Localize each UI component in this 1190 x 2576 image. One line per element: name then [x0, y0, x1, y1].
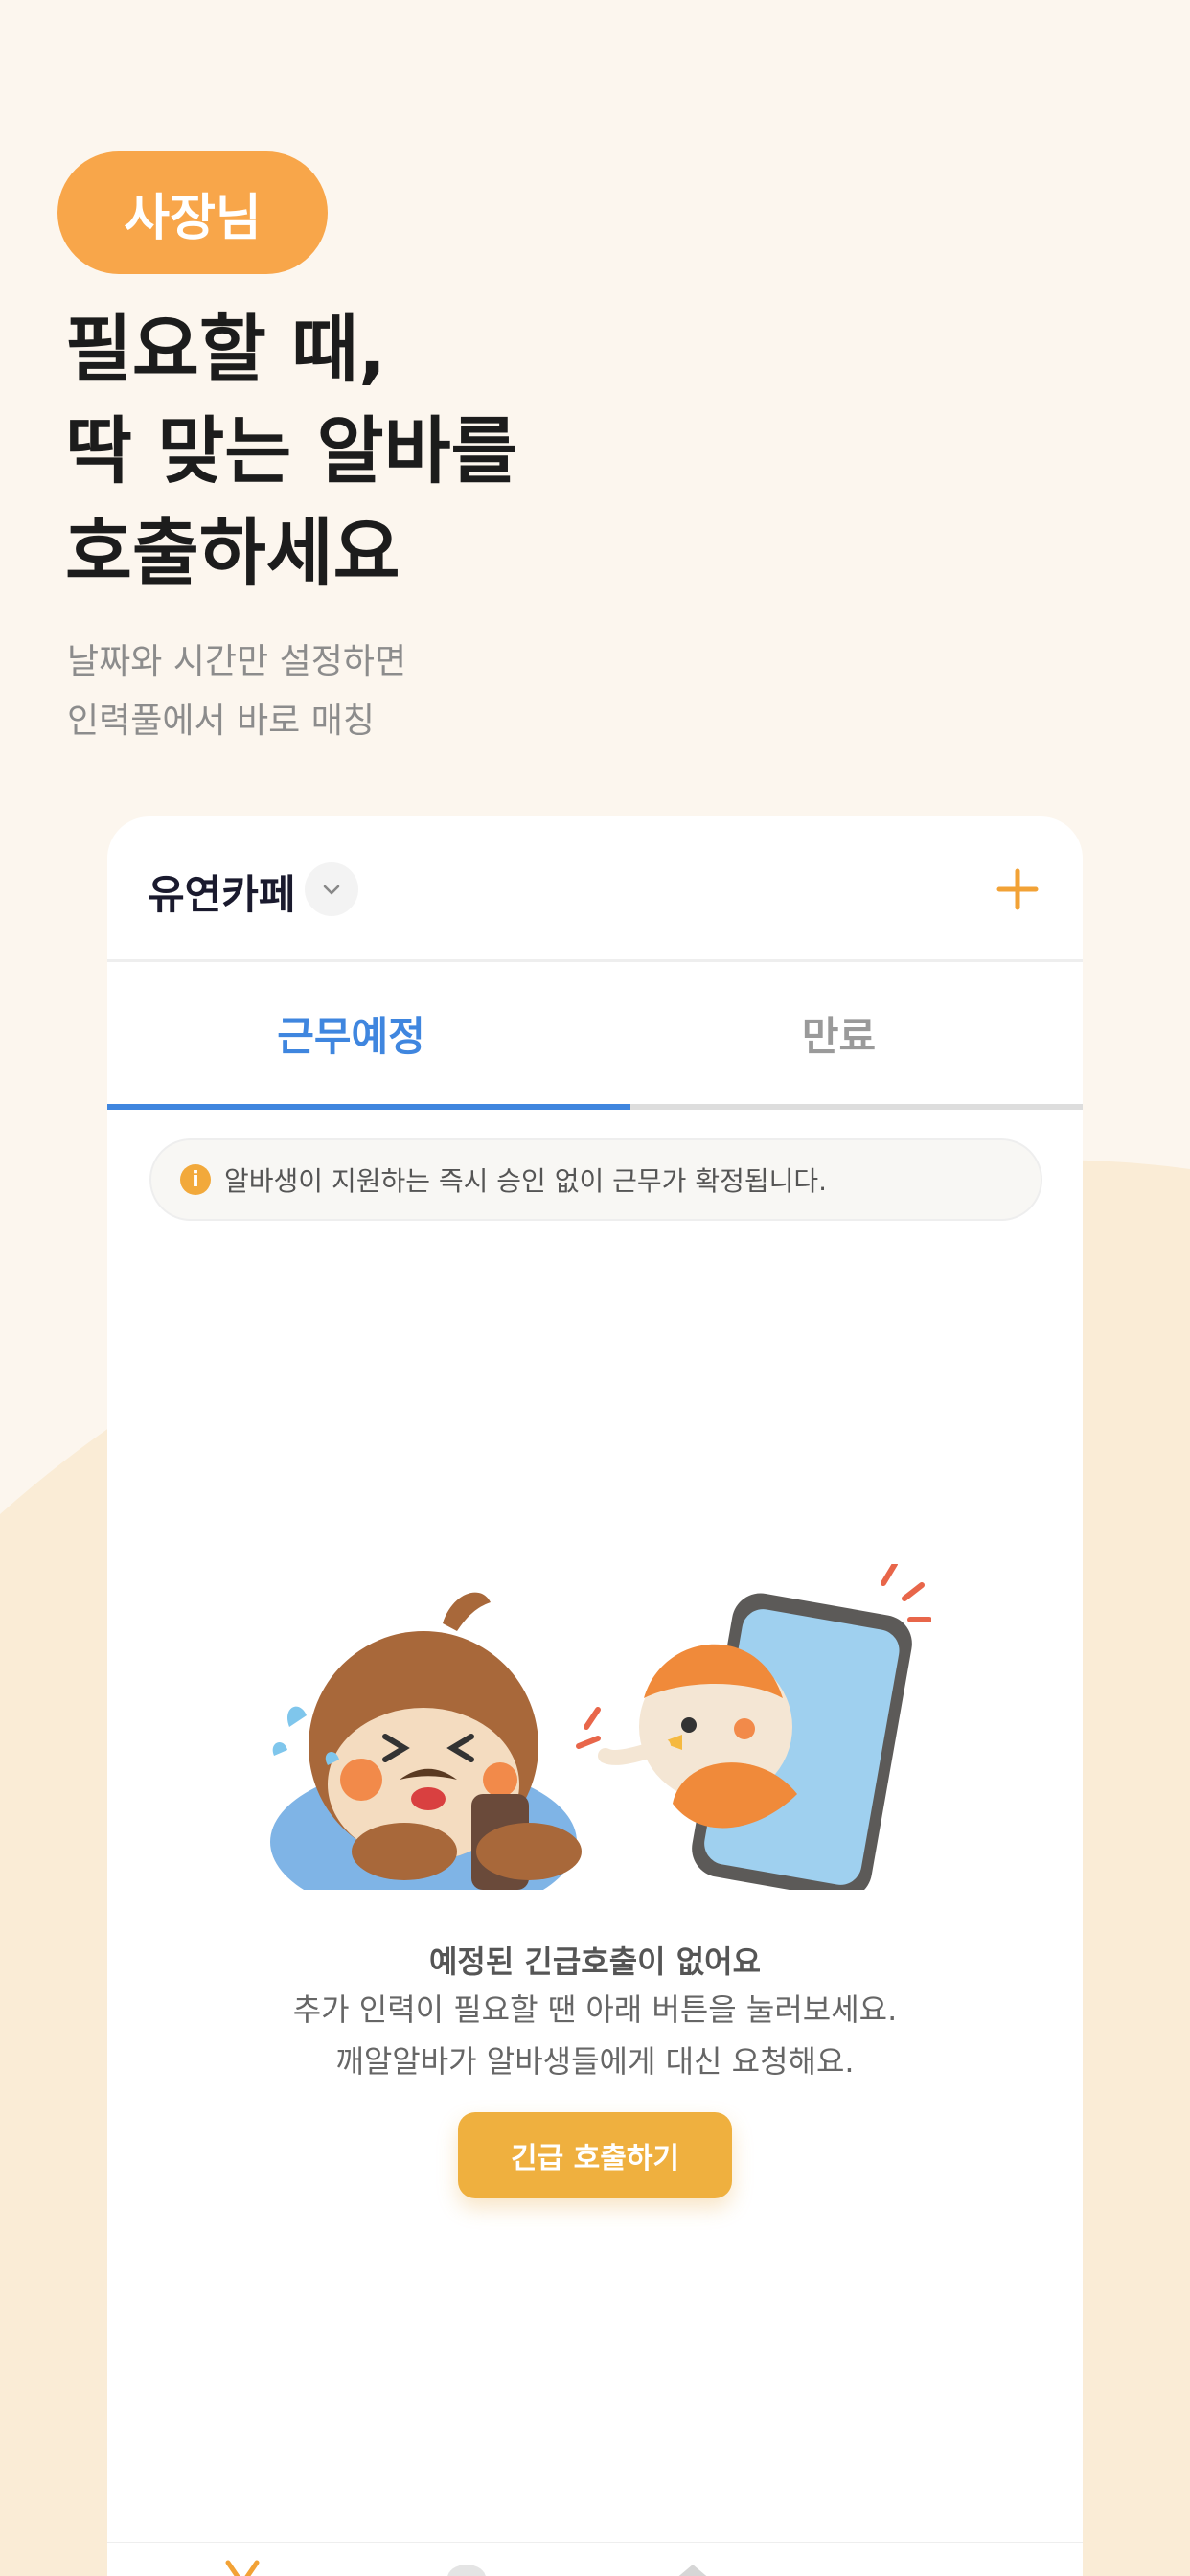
notice-banner: i 알바생이 지원하는 즉시 승인 없이 근무가 확정됩니다.	[149, 1138, 1042, 1221]
tab-scheduled[interactable]: 근무예정	[107, 962, 595, 1104]
empty-state-description: 추가 인력이 필요할 땐 아래 버튼을 눌러보세요. 깨알알바가 알바생들에게 …	[107, 1984, 1083, 2087]
subheadline-line: 날짜와 시간만 설정하면	[67, 642, 407, 681]
mascot-illustration	[270, 1564, 931, 1890]
emergency-call-button[interactable]: 긴급 호출하기	[458, 2112, 732, 2198]
info-icon: i	[180, 1164, 211, 1195]
subheadline: 날짜와 시간만 설정하면 인력풀에서 바로 매칭	[67, 632, 406, 751]
plus-icon[interactable]	[989, 861, 1046, 918]
role-badge: 사장님	[57, 151, 328, 274]
empty-state-desc-line: 추가 인력이 필요할 땐 아래 버튼을 눌러보세요.	[292, 1991, 898, 2028]
home-icon[interactable]	[220, 2559, 264, 2576]
headline: 필요할 때, 딱 맞는 알바를 호출하세요	[65, 299, 517, 604]
chevron-down-icon[interactable]	[305, 862, 358, 916]
role-badge-label: 사장님	[124, 189, 262, 247]
card-header: 유연카페	[107, 816, 1083, 962]
headline-line: 필요할 때,	[65, 307, 387, 392]
tab-expired[interactable]: 만료	[595, 962, 1083, 1104]
profile-icon[interactable]	[671, 2559, 715, 2576]
notice-text: 알바생이 지원하는 즉시 승인 없이 근무가 확정됩니다.	[224, 1165, 828, 1197]
active-tab-indicator	[107, 1104, 630, 1110]
chat-icon[interactable]	[445, 2559, 489, 2576]
bottom-nav	[107, 2542, 1083, 2576]
store-name[interactable]: 유연카페	[148, 862, 296, 921]
app-preview-card: 유연카페 근무예정 만료 i 알바생이 지원하는 즉시 승인 없이 근무가 확정…	[107, 816, 1083, 2576]
empty-state-desc-line: 깨알알바가 알바생들에게 대신 요청해요.	[335, 2043, 855, 2080]
tab-bar: 근무예정 만료	[107, 962, 1083, 1112]
headline-line: 딱 맞는 알바를	[65, 408, 518, 494]
subheadline-line: 인력풀에서 바로 매칭	[67, 702, 375, 741]
headline-line: 호출하세요	[65, 510, 400, 595]
empty-state-title: 예정된 긴급호출이 없어요	[428, 1944, 762, 1980]
